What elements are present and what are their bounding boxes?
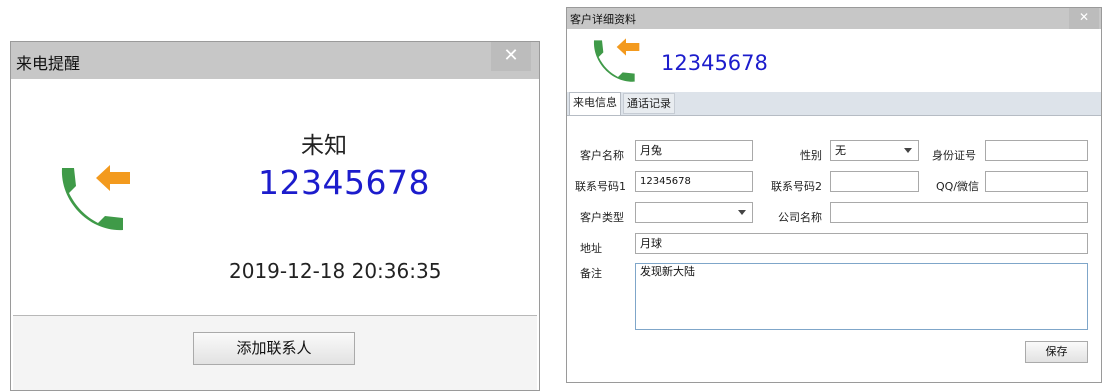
- incoming-arrow-shape: [96, 165, 130, 191]
- add-contact-button[interactable]: 添加联系人: [193, 332, 355, 365]
- chevron-down-icon: [904, 148, 912, 153]
- close-button[interactable]: ✕: [491, 42, 531, 71]
- gender-select[interactable]: 无: [830, 140, 919, 161]
- customer-name-field[interactable]: 月兔: [635, 140, 753, 161]
- title-bar: 客户详细资料 ✕: [567, 8, 1101, 29]
- gender-select-value: 无: [835, 144, 846, 157]
- id-number-label: 身份证号: [932, 149, 976, 162]
- add-contact-button-label: 添加联系人: [236, 339, 312, 357]
- remark-textarea[interactable]: 发现新大陆: [635, 263, 1088, 330]
- qq-wechat-label: QQ/微信: [936, 180, 980, 193]
- incoming-call-icon: [61, 165, 130, 231]
- tab-call-history-label: 通话记录: [627, 97, 671, 110]
- company-field[interactable]: [830, 202, 1088, 223]
- window-title: 客户详细资料: [570, 13, 636, 26]
- caller-phone-number: 12345678: [258, 163, 430, 202]
- customer-type-label: 客户类型: [580, 211, 624, 224]
- close-button[interactable]: ✕: [1069, 8, 1099, 29]
- tab-call-history[interactable]: 通话记录: [623, 93, 675, 114]
- close-icon: ✕: [503, 45, 519, 66]
- close-icon: ✕: [1078, 10, 1090, 24]
- company-label: 公司名称: [778, 211, 822, 224]
- gender-label: 性别: [800, 149, 822, 162]
- save-button[interactable]: 保存: [1025, 341, 1088, 363]
- customer-phone-number: 12345678: [661, 51, 768, 75]
- phone2-label: 联系号码2: [771, 180, 822, 193]
- tab-call-info-label: 来电信息: [573, 96, 617, 109]
- incoming-call-icon: [593, 38, 640, 82]
- customer-type-select[interactable]: [635, 202, 753, 223]
- save-button-label: 保存: [1045, 345, 1068, 358]
- incoming-call-window: 来电提醒 ✕ 未知 12345678 2019-12-18 20:36:35 添…: [10, 41, 540, 391]
- address-field[interactable]: 月球: [635, 233, 1088, 254]
- incoming-arrow-shape: [616, 38, 640, 56]
- remark-label: 备注: [580, 267, 602, 280]
- chevron-down-icon: [738, 210, 746, 215]
- caller-name: 未知: [301, 133, 347, 159]
- qq-wechat-field[interactable]: [985, 171, 1088, 192]
- id-number-field[interactable]: [985, 140, 1088, 161]
- call-timestamp: 2019-12-18 20:36:35: [229, 259, 442, 283]
- address-label: 地址: [580, 242, 602, 255]
- phone2-field[interactable]: [830, 171, 919, 192]
- window-title: 来电提醒: [16, 54, 81, 73]
- phone1-label: 联系号码1: [575, 180, 626, 193]
- tab-call-info[interactable]: 来电信息: [569, 92, 621, 115]
- phone1-field[interactable]: 12345678: [635, 171, 753, 192]
- title-bar: 来电提醒 ✕: [11, 42, 539, 79]
- customer-name-label: 客户名称: [580, 149, 624, 162]
- customer-detail-window: 客户详细资料 ✕ 12345678 来电信息 通话记录 客户名称 月兔 性别 无…: [566, 7, 1102, 383]
